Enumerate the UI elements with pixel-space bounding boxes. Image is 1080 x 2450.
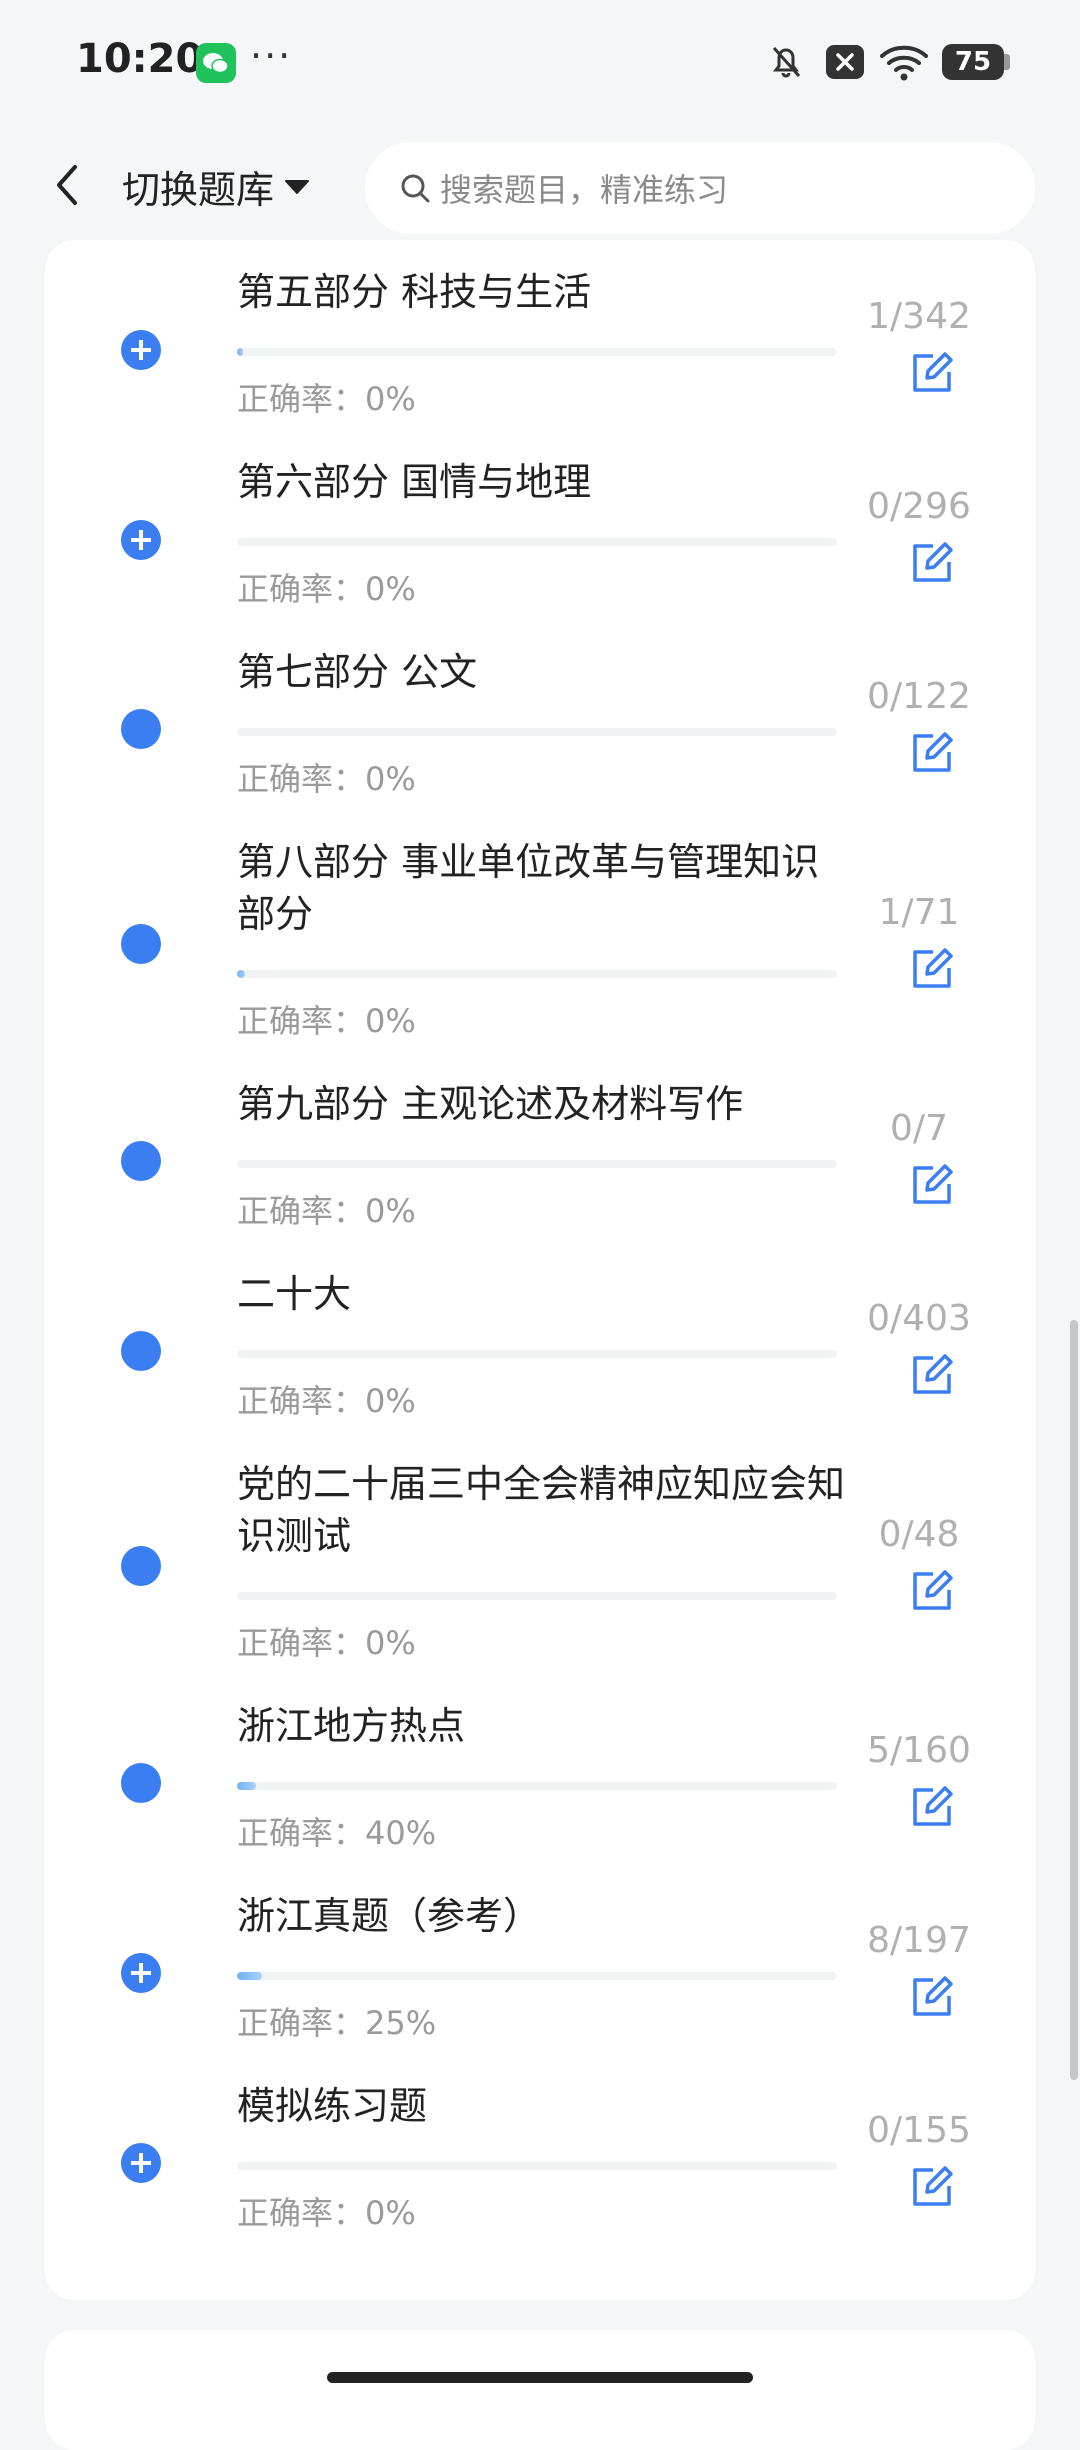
expand-plus-icon[interactable] <box>121 520 161 560</box>
edit-icon[interactable] <box>909 2164 955 2210</box>
accuracy-rate: 正确率：40% <box>237 1814 437 1852</box>
accuracy-rate: 正确率：0% <box>237 760 416 798</box>
wifi-icon <box>880 45 928 81</box>
progress-bar <box>237 1592 837 1600</box>
item-count: 0/155 <box>867 2110 971 2151</box>
top-nav-bar: 切换题库 搜索题目，精准练习 <box>0 125 1080 250</box>
progress-bar <box>237 970 837 978</box>
item-title: 第六部分 国情与地理 <box>237 460 592 504</box>
search-icon <box>401 174 430 203</box>
item-title: 模拟练习题 <box>237 2084 428 2128</box>
wechat-notification-icon <box>196 43 236 83</box>
accuracy-rate: 正确率：0% <box>237 1002 416 1040</box>
item-title: 第八部分 事业单位改革与管理知识部分 <box>237 840 820 936</box>
edit-icon[interactable] <box>909 1784 955 1830</box>
expand-plus-icon[interactable] <box>121 2143 161 2183</box>
accuracy-rate: 正确率：0% <box>237 570 416 608</box>
edit-icon[interactable] <box>909 350 955 396</box>
progress-fill <box>237 348 243 356</box>
item-count: 0/403 <box>867 1298 971 1339</box>
item-title: 党的二十届三中全会精神应知应会知识测试 <box>237 1462 846 1558</box>
accuracy-rate: 正确率：0% <box>237 380 416 418</box>
home-indicator[interactable] <box>327 2372 753 2383</box>
chapter-list-card: 第五部分 科技与生活 正确率：0% 1/342 第六部分 国情与地理 正确率：0… <box>45 240 1035 2300</box>
accuracy-rate: 正确率：0% <box>237 1382 416 1420</box>
scrollbar[interactable] <box>1070 1320 1078 2080</box>
item-count: 5/160 <box>867 1730 971 1771</box>
progress-bar <box>237 348 837 356</box>
edit-icon[interactable] <box>909 1162 955 1208</box>
accuracy-rate: 正确率：25% <box>237 2004 437 2042</box>
accuracy-rate: 正确率：0% <box>237 2194 416 2232</box>
bell-off-icon <box>772 47 801 78</box>
expand-plus-icon[interactable] <box>121 1953 161 1993</box>
progress-bar <box>237 1972 837 1980</box>
accuracy-rate: 正确率：0% <box>237 1624 416 1662</box>
edit-icon[interactable] <box>909 730 955 776</box>
bullet-dot-icon <box>121 709 161 749</box>
back-arrow-icon[interactable] <box>40 155 100 215</box>
item-count: 0/296 <box>867 486 971 527</box>
status-bar: 10:20 ··· 75 <box>0 0 1080 125</box>
progress-bar <box>237 728 837 736</box>
progress-bar <box>237 1782 837 1790</box>
bullet-dot-icon <box>121 1331 161 1371</box>
status-time: 10:20 <box>76 36 204 82</box>
item-title: 二十大 <box>237 1272 352 1316</box>
progress-fill <box>237 970 246 978</box>
edit-icon[interactable] <box>909 1974 955 2020</box>
edit-icon[interactable] <box>909 1352 955 1398</box>
edit-icon[interactable] <box>909 946 955 992</box>
item-count: 1/71 <box>878 892 960 933</box>
accuracy-rate: 正确率：0% <box>237 1192 416 1230</box>
progress-fill <box>237 1782 256 1790</box>
bullet-dot-icon <box>121 1141 161 1181</box>
item-title: 第五部分 科技与生活 <box>237 270 592 314</box>
progress-fill <box>237 1972 262 1980</box>
bullet-dot-icon <box>121 1763 161 1803</box>
progress-bar <box>237 1350 837 1358</box>
next-section-card <box>45 2330 1035 2450</box>
item-count: 1/342 <box>867 296 971 337</box>
search-input[interactable]: 搜索题目，精准练习 <box>365 142 1035 234</box>
item-title: 浙江地方热点 <box>237 1704 466 1748</box>
item-title: 第九部分 主观论述及材料写作 <box>237 1082 744 1126</box>
item-count: 0/122 <box>867 676 971 717</box>
edit-icon[interactable] <box>909 1568 955 1614</box>
item-count: 0/48 <box>878 1514 960 1555</box>
item-count: 8/197 <box>867 1920 971 1961</box>
search-placeholder: 搜索题目，精准练习 <box>440 171 729 209</box>
item-count: 0/7 <box>890 1108 948 1149</box>
battery-tip <box>1004 54 1010 70</box>
battery-level: 75 <box>954 47 992 77</box>
item-title: 第七部分 公文 <box>237 650 478 694</box>
progress-bar <box>237 2162 837 2170</box>
caret-down-icon <box>285 179 310 194</box>
expand-plus-icon[interactable] <box>121 330 161 370</box>
switch-question-bank-button[interactable]: 切换题库 <box>122 159 310 214</box>
switch-question-bank-label: 切换题库 <box>122 168 275 212</box>
bullet-dot-icon <box>121 924 161 964</box>
bullet-dot-icon <box>121 1546 161 1586</box>
close-box-icon <box>826 45 864 79</box>
edit-icon[interactable] <box>909 540 955 586</box>
more-notifications-icon: ··· <box>250 34 293 78</box>
progress-bar <box>237 538 837 546</box>
item-title: 浙江真题（参考） <box>237 1894 542 1938</box>
progress-bar <box>237 1160 837 1168</box>
